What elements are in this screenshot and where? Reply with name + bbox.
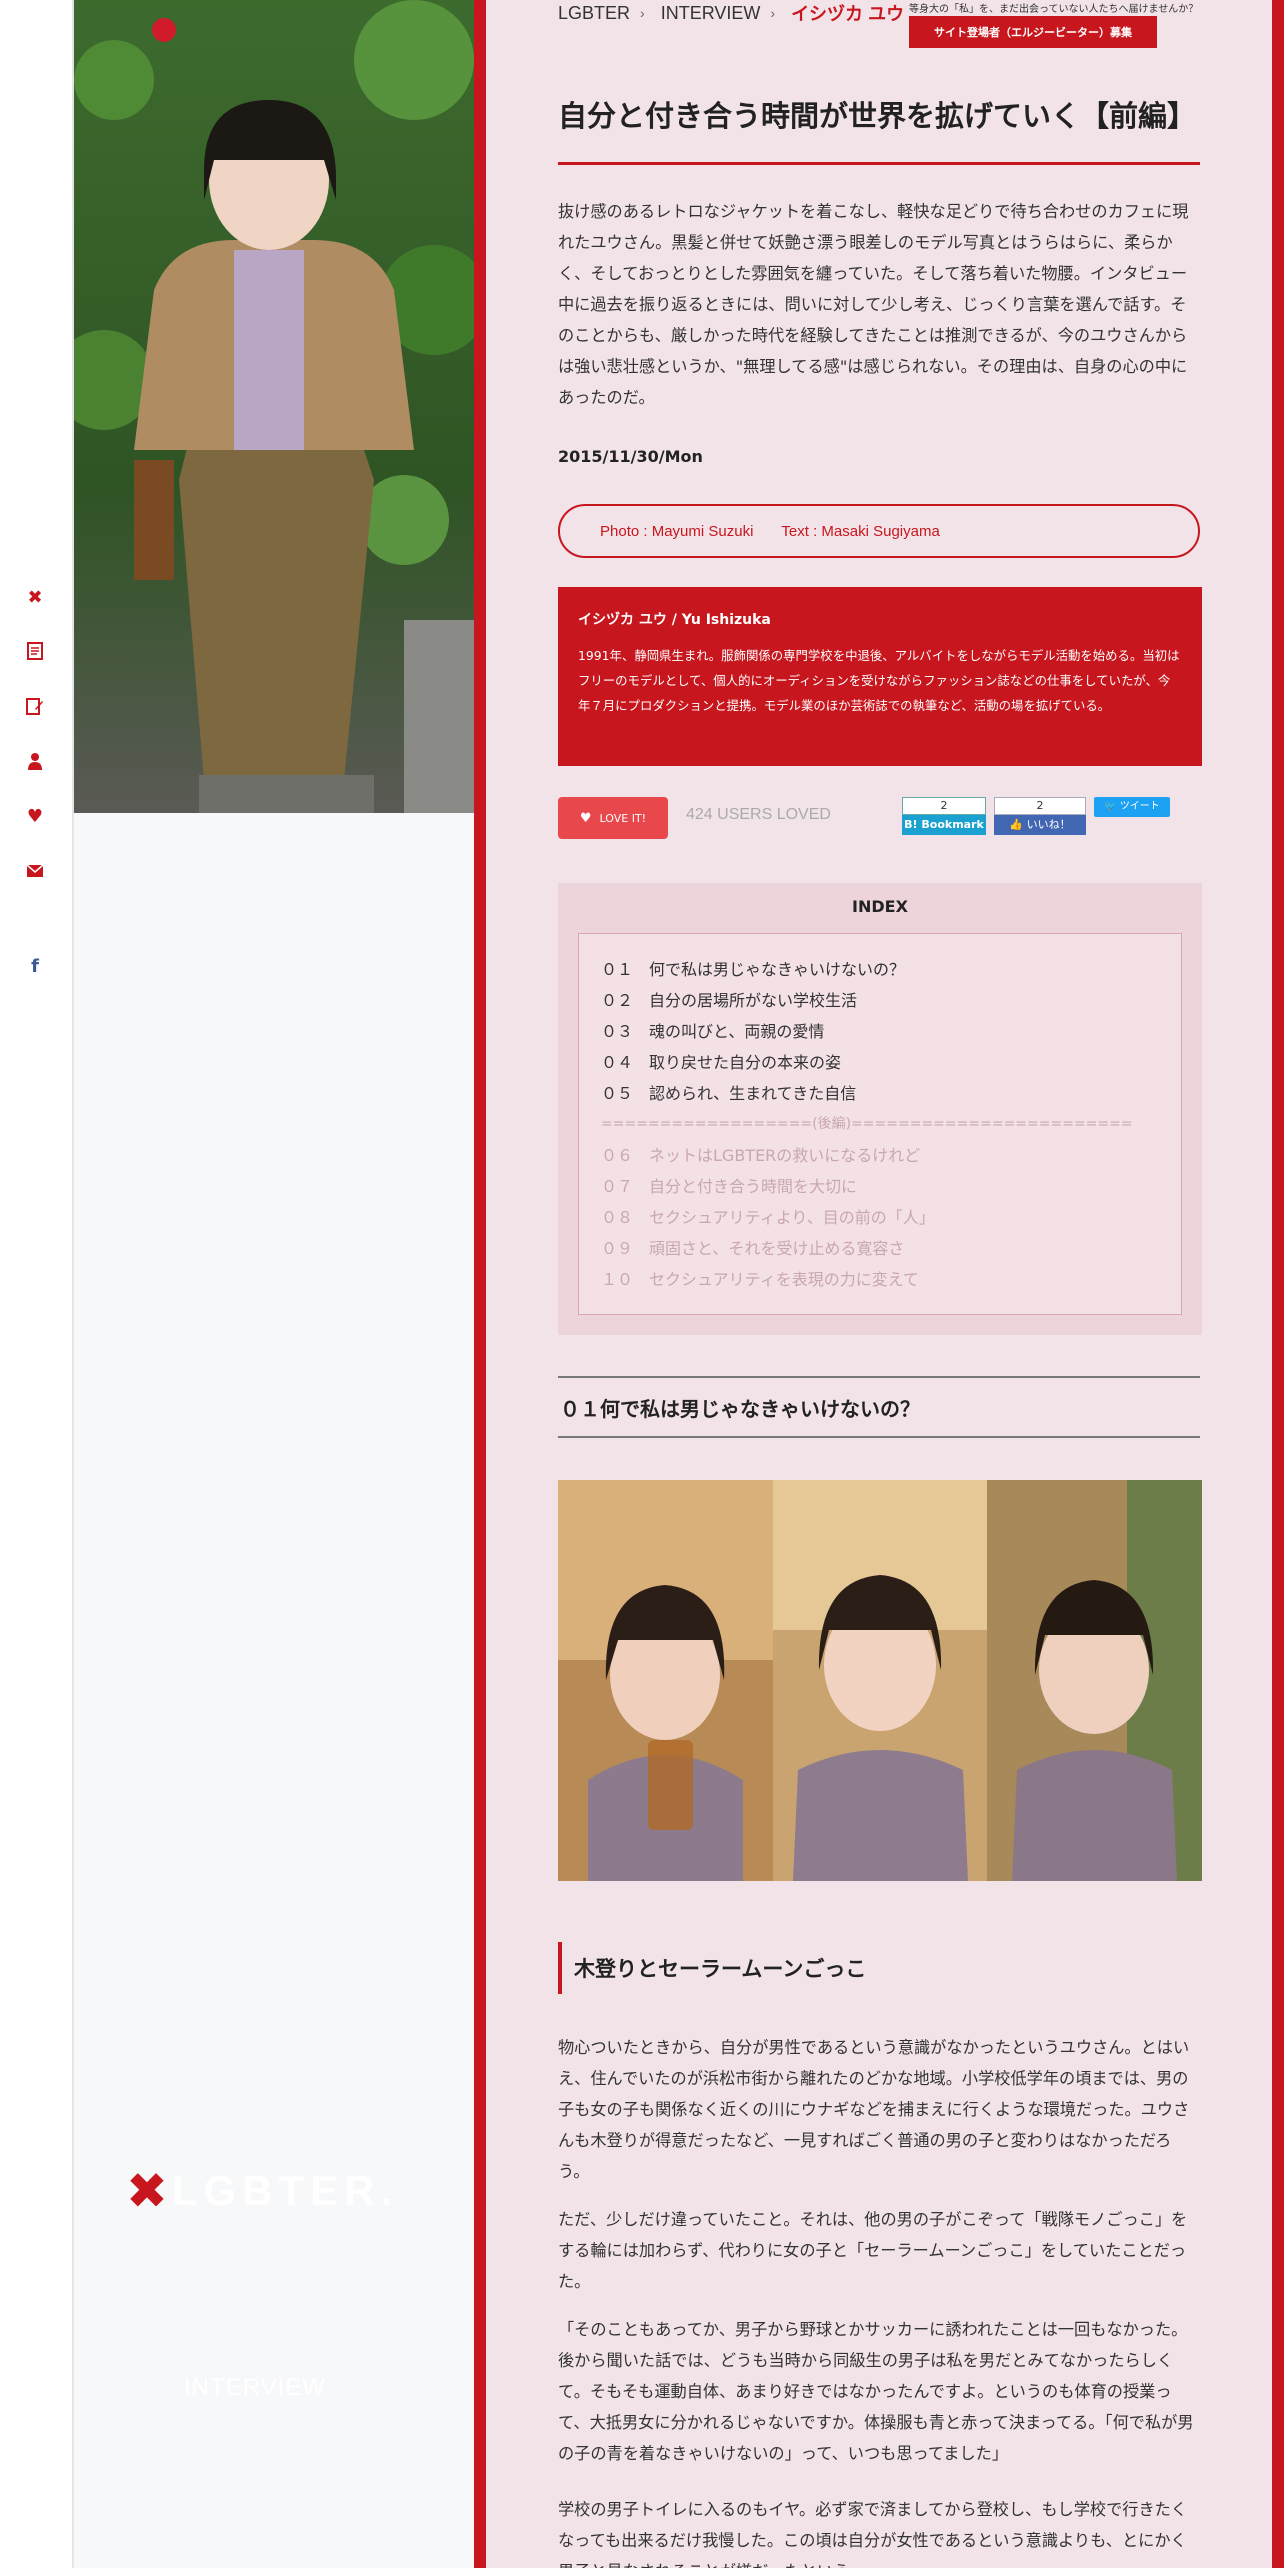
divider-left <box>474 0 486 2568</box>
tweet-button[interactable]: 🐦 ツイート <box>1094 797 1170 817</box>
index-list: ０１ 何で私は男じゃなきゃいけないの？ ０２ 自分の居場所がない学校生活 ０３ … <box>578 933 1182 1315</box>
social-buttons: 2 B! Bookmark 2 👍 いいね！ 🐦 ツイート <box>902 797 1170 837</box>
index-item: ０９ 頑固さと、それを受け止める寛容さ <box>601 1239 905 1258</box>
index-item: ０７ 自分と付き合う時間を大切に <box>601 1177 858 1196</box>
heart-icon: ♥ <box>579 810 592 826</box>
hero-photo <box>74 0 474 813</box>
body-paragraph: 「そのこともあってか、男子から野球とかサッカーに誘われたことは一回もなかった。後… <box>558 2320 1194 2463</box>
credit-box: Photo : Mayumi Suzuki Text : Masaki Sugi… <box>558 504 1200 558</box>
facebook-like-button[interactable]: 2 👍 いいね！ <box>994 797 1086 837</box>
site-logo[interactable]: ✖ LGBTER. <box>126 2166 398 2216</box>
index-item: ０８ セクシュアリティより、目の前の「人」 <box>601 1208 935 1227</box>
breadcrumb-home[interactable]: LGBTER <box>558 3 630 24</box>
heart-icon[interactable]: ♥ <box>22 803 48 829</box>
article-lead: 抜け感のあるレトロなジャケットを着こなし、軽快な足どりで待ち合わせのカフェに現れ… <box>558 202 1189 407</box>
category-label: INTERVIEW <box>184 2374 326 2401</box>
index-item: １０ セクシュアリティを表現の力に変えて <box>601 1270 919 1289</box>
banner-tagline: 等身大の「私」を、まだ出会っていない人たちへ届けませんか？ <box>909 4 1199 15</box>
profile-name: イシヅカ ユウ / Yu Ishizuka <box>578 612 771 628</box>
recruit-button[interactable]: サイト登場者（エルジービーター）募集 <box>909 16 1157 48</box>
breadcrumb-section[interactable]: INTERVIEW <box>661 3 761 24</box>
edit-icon[interactable] <box>22 693 48 719</box>
index-item[interactable]: ０１ 何で私は男じゃなきゃいけないの？ <box>601 954 1159 985</box>
tweet-label: ツイート <box>1119 801 1160 812</box>
body-paragraph: 物心ついたときから、自分が男性であるという意識がなかったというユウさん。とはいえ… <box>558 2038 1190 2181</box>
index-heading: INDEX <box>852 897 908 916</box>
chevron-right-icon: › <box>770 5 776 21</box>
index-item[interactable]: ０５ 認められ、生まれてきた自信 <box>601 1078 1159 1109</box>
loved-count: 424 USERS LOVED <box>686 806 831 823</box>
article: LGBTER › INTERVIEW › イシヅカ ユウ 等身大の「私」を、まだ… <box>486 0 1272 2568</box>
thumbs-up-icon: 👍 <box>1009 818 1027 831</box>
index-item: ０６ ネットはLGBTERの救いになるけれど <box>601 1146 921 1165</box>
divider-right <box>1272 0 1284 2568</box>
index-item[interactable]: ０２ 自分の居場所がない学校生活 <box>601 985 1159 1016</box>
section-heading: ０１何で私は男じゃなきゃいけないの？ <box>558 1376 1200 1438</box>
logo-text: LGBTER. <box>171 2167 399 2214</box>
photo-smiling <box>987 1480 1202 1881</box>
body-paragraph: ただ、少しだけ違っていたこと。それは、他の男の子がこぞって「戦隊モノごっこ」をす… <box>558 2210 1188 2291</box>
fb-count: 2 <box>994 797 1086 815</box>
photo-drinking <box>558 1480 773 1881</box>
fb-label: 👍 いいね！ <box>994 815 1086 835</box>
fb-label-text: いいね！ <box>1026 818 1071 831</box>
publish-date: 2015/11/30/Mon <box>558 447 703 466</box>
love-label: LOVE IT! <box>599 811 647 825</box>
text-credit: Text : Masaki Sugiyama <box>781 522 940 540</box>
subsection-heading: 木登りとセーラームーンごっこ <box>558 1942 866 1994</box>
chevron-right-icon: › <box>640 5 645 21</box>
twitter-bird-icon: 🐦 <box>1104 801 1117 812</box>
index-divider: ==================(後編)==================… <box>601 1116 1133 1132</box>
breadcrumb-current: イシヅカ ユウ <box>791 4 905 24</box>
facebook-icon[interactable]: f <box>22 953 48 979</box>
user-icon[interactable] <box>22 748 48 774</box>
hatena-count: 2 <box>902 797 986 815</box>
article-title: 自分と付き合う時間が世界を拡げていく【前編】 <box>558 99 1197 133</box>
title-underline <box>558 162 1200 165</box>
photo-credit: Photo : Mayumi Suzuki <box>600 522 754 540</box>
hatena-label: B! Bookmark <box>902 815 986 835</box>
index-box: INDEX ０１ 何で私は男じゃなきゃいけないの？ ０２ 自分の居場所がない学校… <box>558 883 1202 1335</box>
article-icon[interactable] <box>22 638 48 664</box>
index-item[interactable]: ０３ 魂の叫びと、両親の愛情 <box>601 1016 1159 1047</box>
recruit-banner: 等身大の「私」を、まだ出会っていない人たちへ届けませんか？ サイト登場者（エルジ… <box>909 0 1199 48</box>
hatena-bookmark-button[interactable]: 2 B! Bookmark <box>902 797 986 837</box>
photo-talking <box>773 1480 987 1881</box>
logo-mark-icon: ✖ <box>126 2162 168 2220</box>
breadcrumb: LGBTER › INTERVIEW › イシヅカ ユウ <box>558 0 914 26</box>
photo-trio <box>558 1480 1202 1881</box>
body-paragraph: 学校の男子トイレに入るのもイヤ。必ず家で済ましてから登校し、もし学校で行きたくな… <box>558 2500 1188 2568</box>
profile-bio: 1991年、静岡県生まれ。服飾関係の専門学校を中退後、アルバイトをしながらモデル… <box>578 648 1180 713</box>
icon-rail: ✖ ♥ f <box>0 0 74 2568</box>
left-column: ✖ LGBTER. INTERVIEW <box>74 0 474 2568</box>
logo-x-icon[interactable]: ✖ <box>22 584 48 610</box>
page: ✖ ♥ f ✖ LGBTER. INTERVIEW LGBTER › INTER… <box>0 0 1284 2568</box>
mail-icon[interactable] <box>22 858 48 884</box>
love-button[interactable]: ♥ LOVE IT! <box>558 797 668 839</box>
index-item[interactable]: ０４ 取り戻せた自分の本来の姿 <box>601 1047 1159 1078</box>
profile-box: イシヅカ ユウ / Yu Ishizuka 1991年、静岡県生まれ。服飾関係の… <box>558 587 1202 766</box>
